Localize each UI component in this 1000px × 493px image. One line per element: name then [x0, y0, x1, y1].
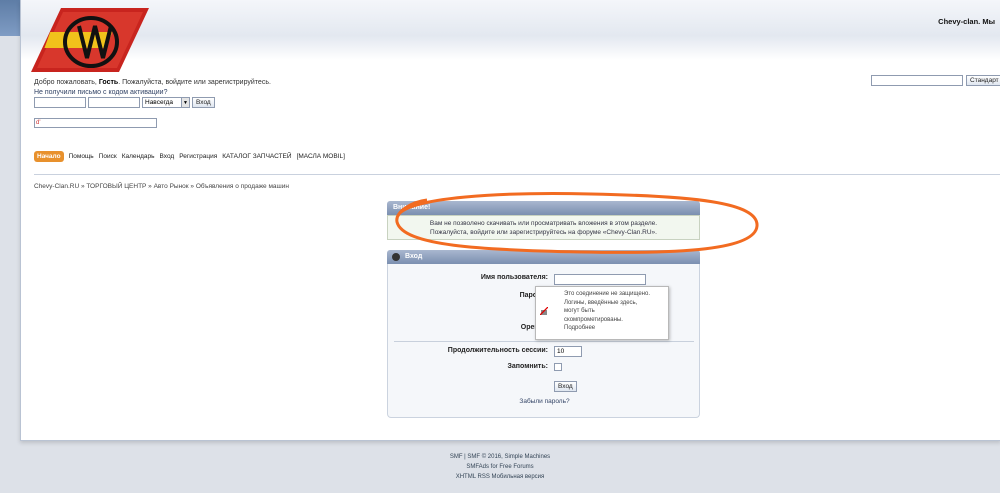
- quick-password-input[interactable]: [88, 97, 140, 108]
- welcome-guest: Гость: [98, 79, 119, 86]
- activation-link[interactable]: Не получили письмо с кодом активации?: [34, 89, 167, 96]
- login-submit-button[interactable]: Вход: [554, 381, 577, 392]
- username-input[interactable]: [554, 274, 646, 285]
- orange-highlight-ellipse: [395, 192, 759, 254]
- menu-item-help[interactable]: Помощь: [69, 153, 94, 160]
- insecure-tooltip: Это соединение не защищено. Логины, введ…: [535, 286, 669, 340]
- menu-item-register[interactable]: Регистрация: [179, 153, 217, 160]
- news-input[interactable]: d': [34, 118, 157, 128]
- openid-label: OpenID:: [408, 324, 548, 331]
- session-input[interactable]: 10: [554, 346, 582, 357]
- search-input[interactable]: [871, 75, 963, 86]
- site-logo[interactable]: [31, 8, 151, 72]
- quick-username-input[interactable]: [34, 97, 86, 108]
- session-label: Продолжительность сессии:: [447, 347, 548, 354]
- breadcrumb[interactable]: Chevy-Clan.RU » ТОРГОВЫЙ ЦЕНТР » Авто Ры…: [34, 183, 289, 190]
- menu-item-mobil[interactable]: [МАСЛА MOBIL]: [297, 153, 345, 160]
- site-title: Chevy-clan. Мы: [938, 17, 995, 26]
- search-button[interactable]: Стандарт: [966, 75, 1000, 86]
- tooltip-line3: могут быть: [564, 308, 595, 315]
- footer: SMF | SMF © 2016, Simple Machines SMFAds…: [0, 452, 1000, 482]
- form-divider: [394, 341, 694, 342]
- menu-item-home[interactable]: Начало: [34, 151, 64, 162]
- tooltip-more-link[interactable]: Подробнее: [564, 324, 650, 333]
- username-label: Имя пользователя:: [480, 274, 548, 281]
- welcome-text: Добро пожаловать, Гость. Пожалуйста, вой…: [34, 78, 271, 98]
- duration-select[interactable]: Навсегда ▼: [142, 97, 190, 108]
- page-container: Chevy-clan. Мы Добро пожаловать, Гость. …: [20, 0, 1000, 441]
- forgot-password-link[interactable]: Забыли пароль?: [388, 398, 701, 405]
- remember-label: Запомнить:: [507, 363, 548, 370]
- menu-item-calendar[interactable]: Календарь: [122, 153, 155, 160]
- welcome-prefix: Добро пожаловать,: [34, 79, 99, 86]
- main-menu: Начало Помощь Поиск Календарь Вход Регис…: [34, 151, 345, 162]
- search-bar: Стандарт: [871, 75, 1000, 86]
- footer-links[interactable]: XHTML RSS Мобильная версия: [0, 472, 1000, 482]
- header: [21, 0, 1000, 60]
- insecure-lock-icon: [540, 307, 548, 315]
- tooltip-line2: Логины, введённые здесь,: [564, 299, 638, 306]
- menu-item-catalog[interactable]: КАТАЛОГ ЗАПЧАСТЕЙ: [222, 153, 291, 160]
- password-label: Пароль:: [519, 292, 548, 299]
- quick-login-button[interactable]: Вход: [192, 97, 215, 108]
- tooltip-text: Это соединение не защищено. Логины, введ…: [564, 290, 650, 333]
- quick-login: Навсегда ▼ Вход: [34, 97, 215, 108]
- tooltip-line4: скомпрометированы.: [564, 316, 623, 323]
- tooltip-line1: Это соединение не защищено.: [564, 291, 650, 297]
- duration-value: Навсегда: [145, 99, 174, 106]
- footer-copyright[interactable]: SMF | SMF © 2016, Simple Machines: [0, 452, 1000, 462]
- menu-item-login[interactable]: Вход: [160, 153, 175, 160]
- menu-item-search[interactable]: Поиск: [99, 153, 117, 160]
- chevron-down-icon: ▼: [181, 98, 189, 107]
- remember-checkbox[interactable]: [554, 363, 562, 371]
- welcome-suffix[interactable]: . Пожалуйста, войдите или зарегистрируйт…: [118, 79, 271, 86]
- menu-divider: [34, 174, 1000, 175]
- footer-ads[interactable]: SMFAds for Free Forums: [0, 462, 1000, 472]
